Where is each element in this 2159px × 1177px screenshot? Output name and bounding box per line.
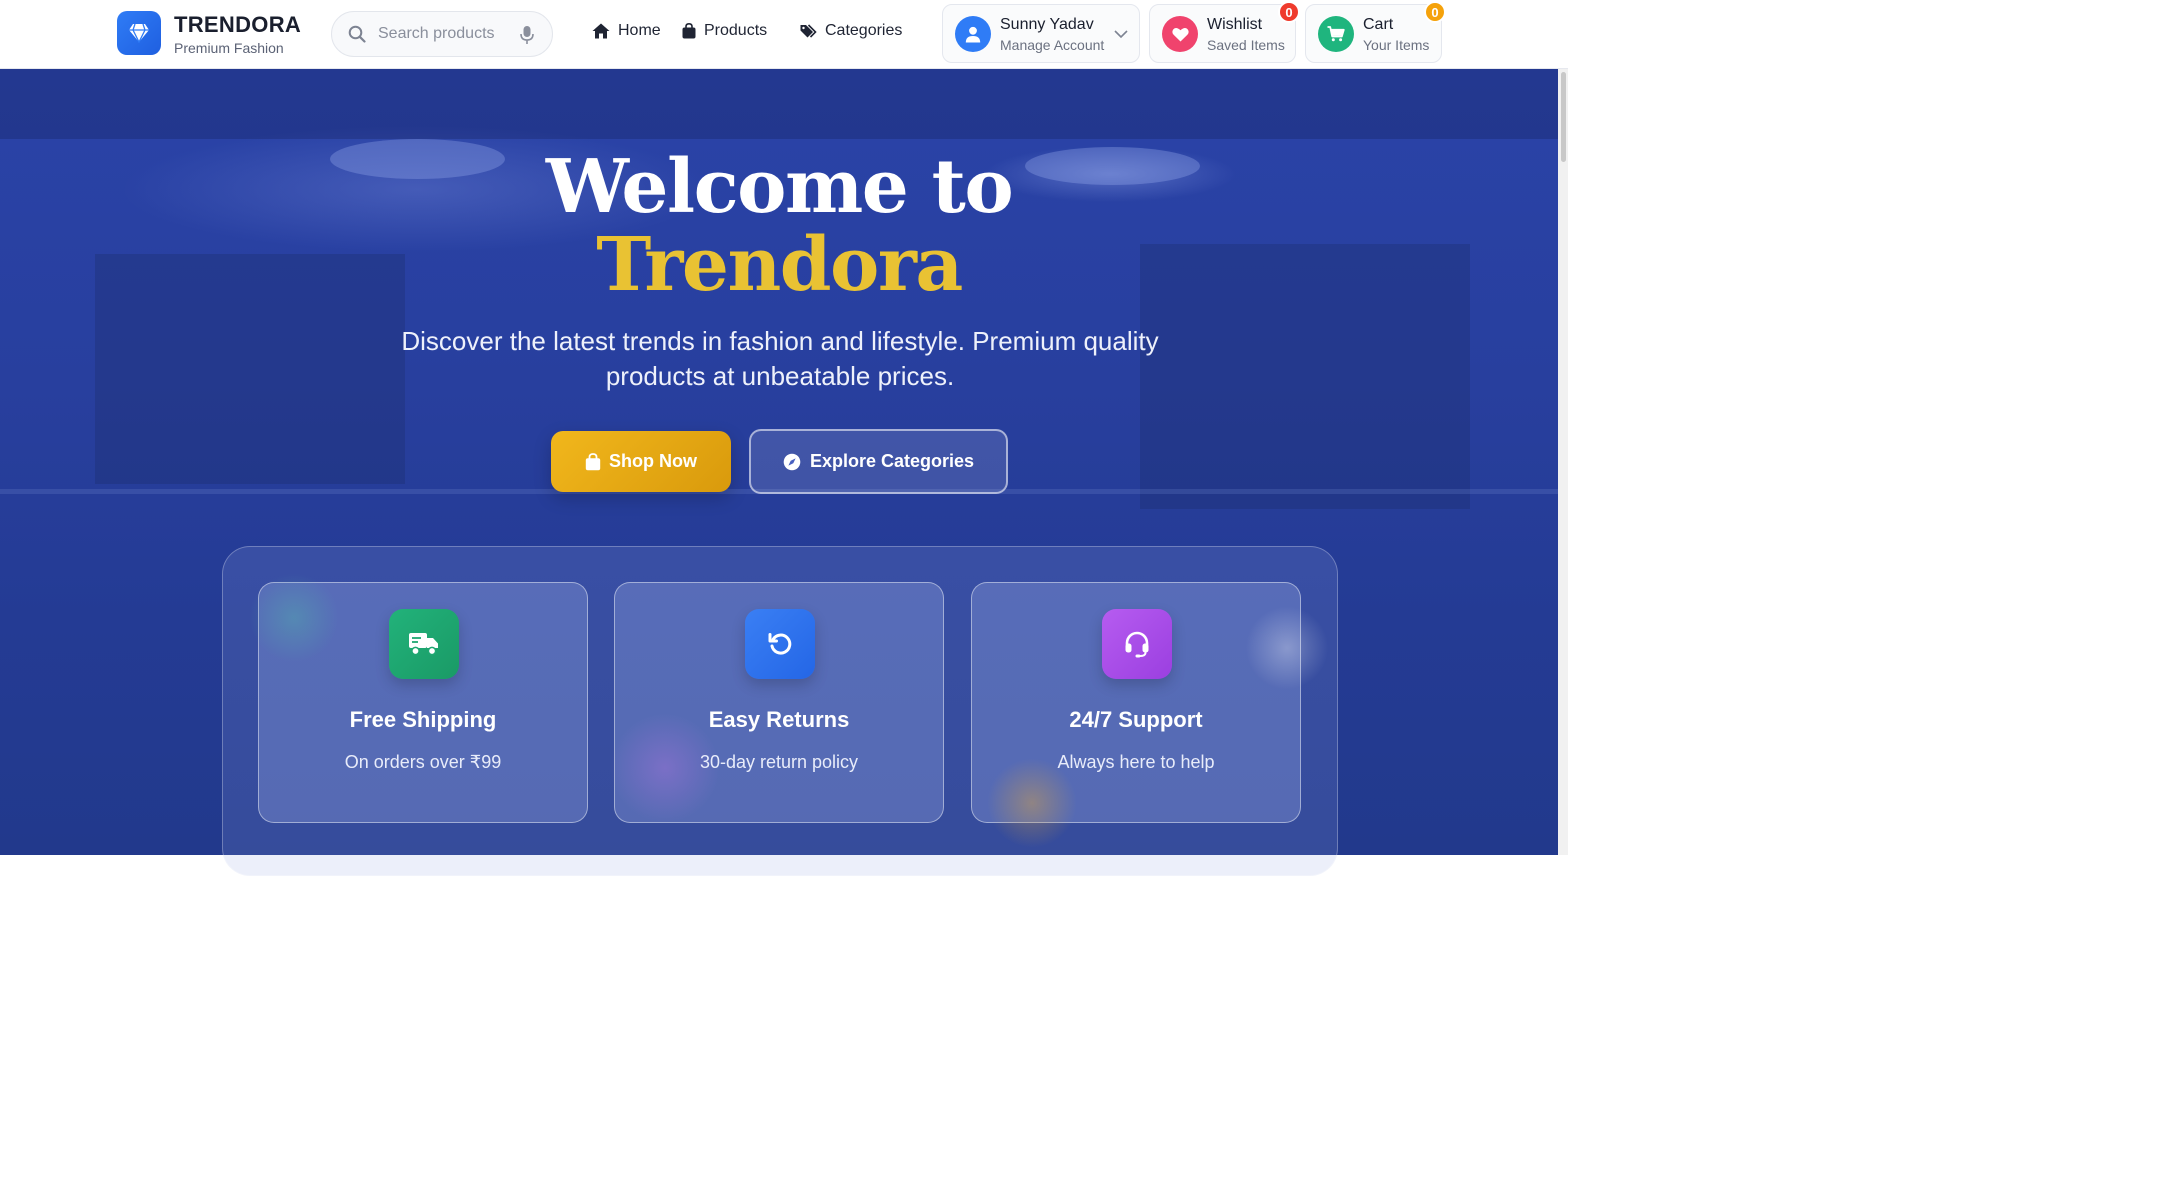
home-icon: [592, 23, 610, 39]
shopping-bag-icon: [682, 23, 696, 39]
card-glow: [249, 573, 339, 663]
nav-categories[interactable]: Categories: [800, 22, 902, 40]
account-subtitle: Manage Account: [1000, 37, 1105, 53]
feature-card-returns: Easy Returns 30-day return policy: [610, 582, 944, 823]
nav-categories-label: Categories: [825, 22, 903, 39]
shopping-bag-icon: [585, 452, 601, 470]
nav-home-label: Home: [618, 22, 661, 39]
hero-subtitle: Discover the latest trends in fashion an…: [401, 326, 1159, 391]
compass-icon: [783, 453, 801, 470]
search-bar: [331, 11, 553, 57]
feature-desc: 30-day return policy: [699, 752, 859, 772]
feature-card-support: 24/7 Support Always here to help: [971, 582, 1332, 848]
cart-count-badge: 0: [1424, 1, 1446, 23]
account-menu[interactable]: Sunny Yadav Manage Account: [942, 4, 1140, 63]
wishlist-circle: [1162, 16, 1198, 52]
tags-icon: [800, 23, 817, 38]
feature-icon-box: [1102, 609, 1172, 679]
chevron-down-icon: [1114, 30, 1128, 39]
cart-button[interactable]: Cart Your Items: [1305, 4, 1442, 63]
nav-products[interactable]: Products: [682, 22, 767, 40]
cart-icon: [1327, 26, 1345, 42]
avatar: [955, 16, 991, 52]
wishlist-button[interactable]: Wishlist Saved Items: [1149, 4, 1296, 63]
page-scrollbar[interactable]: [1558, 69, 1568, 855]
feature-desc: Always here to help: [1057, 752, 1215, 772]
shop-now-button[interactable]: Shop Now: [551, 431, 731, 492]
explore-categories-label: Explore Categories: [809, 451, 975, 471]
nav-products-label: Products: [704, 22, 768, 39]
cart-title: Cart: [1363, 16, 1394, 33]
wishlist-title: Wishlist: [1207, 16, 1263, 33]
wishlist-subtitle: Saved Items: [1207, 37, 1285, 53]
search-input[interactable]: [378, 23, 518, 45]
search-icon: [348, 25, 366, 43]
hero-title-line2: Trendora: [596, 222, 963, 308]
brand-name[interactable]: TRENDORA: [174, 12, 301, 38]
top-navbar: TRENDORA Premium Fashion Home Products: [0, 0, 1568, 69]
cart-subtitle: Your Items: [1363, 37, 1430, 53]
feature-title: Easy Returns: [708, 707, 850, 732]
microphone-icon[interactable]: [520, 25, 534, 45]
user-icon: [965, 26, 981, 42]
feature-card-shipping: Free Shipping On orders over ₹99: [249, 573, 588, 823]
feature-title: Free Shipping: [349, 707, 497, 732]
truck-icon: [409, 633, 438, 656]
explore-categories-button[interactable]: Explore Categories: [749, 429, 1008, 494]
brand-tagline: Premium Fashion: [174, 40, 284, 56]
shop-now-label: Shop Now: [609, 451, 697, 471]
diamond-icon: [129, 23, 149, 43]
brand-logo[interactable]: [117, 11, 161, 55]
wishlist-count-badge: 0: [1278, 1, 1300, 23]
undo-icon: [768, 633, 792, 655]
feature-icon-box: [745, 609, 815, 679]
nav-home[interactable]: Home: [592, 22, 661, 40]
heart-icon: [1171, 27, 1189, 41]
headset-icon: [1125, 631, 1149, 658]
hero-bg-shade: [0, 69, 1558, 139]
feature-icon-box: [389, 609, 459, 679]
feature-title: 24/7 Support: [1069, 707, 1203, 732]
feature-desc: On orders over ₹99: [344, 752, 502, 772]
hero-title-line1: Welcome to: [545, 144, 1014, 230]
scrollbar-thumb[interactable]: [1561, 72, 1566, 162]
cart-circle: [1318, 16, 1354, 52]
account-name: Sunny Yadav: [1000, 16, 1094, 33]
